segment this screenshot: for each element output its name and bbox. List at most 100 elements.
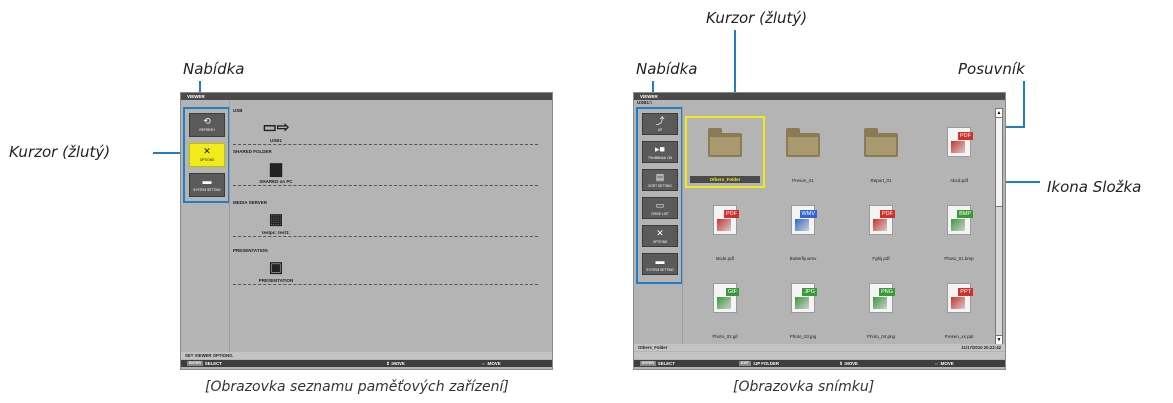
file-type-tag: PDF xyxy=(724,210,739,218)
file-name: Photo_01.bmp xyxy=(944,256,974,261)
file-tile[interactable]: PNG Photo_04.png xyxy=(842,273,920,343)
file-tile[interactable]: PDF Fghij.pdf xyxy=(842,195,920,265)
menu-item-system-setting[interactable]: ▬ SYSTEM SETTING xyxy=(189,173,225,197)
menu-annotation-right: Nabídka xyxy=(636,60,698,78)
folder-tile[interactable]: Preson_01 xyxy=(764,117,842,187)
file-type-tag: PDF xyxy=(880,210,895,218)
shared-folder-icon: ▆ xyxy=(270,160,282,177)
file-name: Bcde.pdf xyxy=(716,256,734,261)
png-file-icon: PNG xyxy=(869,283,895,313)
file-tile[interactable]: PPT Presen_xx.ppt xyxy=(920,273,998,343)
device-label: USB1 xyxy=(269,138,282,143)
device-label: SHARED on PC xyxy=(259,179,293,184)
menu-item-label: SYSTEM SETTING xyxy=(646,268,674,272)
file-preview-graphic xyxy=(717,219,731,231)
section-header: PRESENTATION xyxy=(233,248,268,253)
file-type-tag: JPG xyxy=(802,288,817,296)
section-header: SHARED FOLDER xyxy=(233,149,272,154)
file-type-tag: GIF xyxy=(725,288,739,296)
device-label: testpc: test1: xyxy=(261,230,290,235)
scrollbar-annotation-leader-v xyxy=(1023,81,1025,128)
file-type-tag: BMP xyxy=(957,210,973,218)
menu-item-label: SYSTEM SETTING xyxy=(193,188,221,192)
file-tile[interactable]: GIF Photo_02.gif xyxy=(686,273,764,343)
file-name: Abcd.pdf xyxy=(950,178,968,183)
menu-item-system-setting[interactable]: ▬ SYSTEM SETTING xyxy=(642,253,678,275)
section-divider xyxy=(233,236,538,237)
folder-tile[interactable]: Report_01 xyxy=(842,117,920,187)
menu-item-up[interactable]: ⤴ UP xyxy=(642,113,678,135)
scrollbar-annotation: Posuvník xyxy=(958,60,1025,78)
move-hint-right-2: :MOVE xyxy=(939,361,954,366)
exit-key: EXIT xyxy=(739,361,751,367)
file-name: Presen_xx.ppt xyxy=(944,334,974,339)
file-name: Preson_01 xyxy=(792,178,814,183)
menu-item-label: DRIVE LIST xyxy=(651,212,669,216)
menu-item-sort-setting[interactable]: ▤ SORT SETTING xyxy=(642,169,678,191)
file-name: Photo_02.gif xyxy=(712,334,738,339)
file-tile[interactable]: JPG Photo_03.jpg xyxy=(764,273,842,343)
side-menu: ⟲ REFRESH ✕ OPTIONS ▬ SYSTEM SETTING xyxy=(183,107,230,203)
file-tile[interactable]: BMP Photo_01.bmp xyxy=(920,195,998,265)
pdf-file-icon: PDF xyxy=(869,205,895,235)
enter-key: ENTER xyxy=(187,361,203,367)
refresh-icon: ⟲ xyxy=(203,116,211,126)
section-header: USB xyxy=(233,108,243,113)
scroll-down-arrow-icon[interactable]: ▼ xyxy=(996,335,1002,344)
file-tile[interactable]: WMV Butterfly.wmv xyxy=(764,195,842,265)
file-name: Others_Folder xyxy=(690,176,760,183)
menu-item-label: SORT SETTING xyxy=(648,184,672,188)
updown-arrow-icon: ⇕ xyxy=(386,361,390,366)
up-folder-hint: :UP FOLDER xyxy=(752,361,779,366)
enter-key-right: ENTER xyxy=(640,361,656,367)
device-list-screen: VIEWER ⟲ REFRESH ✕ OPTIONS ▬ SYSTEM SETTING U… xyxy=(180,92,553,370)
menu-item-label: OPTIONS xyxy=(199,158,215,162)
drive-list-icon: ▭ xyxy=(655,200,665,210)
file-preview-graphic xyxy=(873,297,887,309)
menu-divider-right xyxy=(682,106,683,344)
menu-item-label: OPTIONS xyxy=(652,240,668,244)
file-name: Photo_04.png xyxy=(866,334,896,339)
device-item[interactable]: ▦ testpc: test1: xyxy=(251,210,301,235)
file-name: Butterfly.wmv xyxy=(789,256,817,261)
menu-item-label: UP xyxy=(657,128,663,132)
scrollbar-thumb[interactable] xyxy=(996,118,1002,207)
move-hint-2: :MOVE xyxy=(486,361,501,366)
folder-tile[interactable]: Others_Folder xyxy=(685,116,765,188)
leftright-arrow-icon: ⇔ xyxy=(481,361,486,366)
file-preview-graphic xyxy=(717,297,731,309)
section-divider xyxy=(233,144,538,145)
file-preview-graphic xyxy=(951,219,965,231)
tools-icon: ✕ xyxy=(203,146,211,156)
section-divider xyxy=(233,284,538,285)
section-divider xyxy=(233,185,538,186)
menu-item-options[interactable]: ✕ OPTIONS xyxy=(189,143,225,167)
device-item[interactable]: ▆ SHARED on PC xyxy=(251,159,301,184)
move-hint-1: :MOVE xyxy=(390,361,405,366)
wmv-file-icon: WMV xyxy=(791,205,817,235)
file-type-tag: PDF xyxy=(958,132,973,140)
cursor-annotation-right: Kurzor (žlutý) xyxy=(706,9,808,27)
menu-item-thumbnail-on[interactable]: ▸■ THUMBNAIL ON xyxy=(642,141,678,163)
image-screen: VIEWER USB1:\ ⤴ UP ▸■ THUMBNAIL ON ▤ SORT SET… xyxy=(633,92,1006,370)
file-tile[interactable]: PDF Bcde.pdf xyxy=(686,195,764,265)
status-line: SET VIEWER OPTIONS. xyxy=(181,352,552,359)
file-preview-graphic xyxy=(795,219,809,231)
menu-item-options[interactable]: ✕ OPTIONS xyxy=(642,225,678,247)
window-title-right: VIEWER xyxy=(634,93,1005,100)
menu-item-label: THUMBNAIL ON xyxy=(648,156,672,160)
device-item[interactable]: ▣ PRESENTATION xyxy=(251,258,301,283)
scrollbar[interactable]: ▲ ▼ xyxy=(995,108,1003,345)
scroll-up-arrow-icon[interactable]: ▲ xyxy=(996,109,1002,118)
move-hint-right-1: :MOVE xyxy=(843,361,858,366)
menu-item-refresh[interactable]: ⟲ REFRESH xyxy=(189,113,225,137)
up-icon: ⤴ xyxy=(655,116,665,126)
menu-item-drive-list[interactable]: ▭ DRIVE LIST xyxy=(642,197,678,219)
jpg-file-icon: JPG xyxy=(791,283,817,313)
status-spacer xyxy=(634,352,1005,359)
file-tile[interactable]: PDF Abcd.pdf xyxy=(920,117,998,187)
device-item[interactable]: ▭⇨ USB1 xyxy=(251,118,301,143)
system-setting-icon: ▬ xyxy=(655,256,665,266)
caption-right: [Obrazovka snímku] xyxy=(733,379,875,395)
tools-icon: ✕ xyxy=(656,228,664,238)
